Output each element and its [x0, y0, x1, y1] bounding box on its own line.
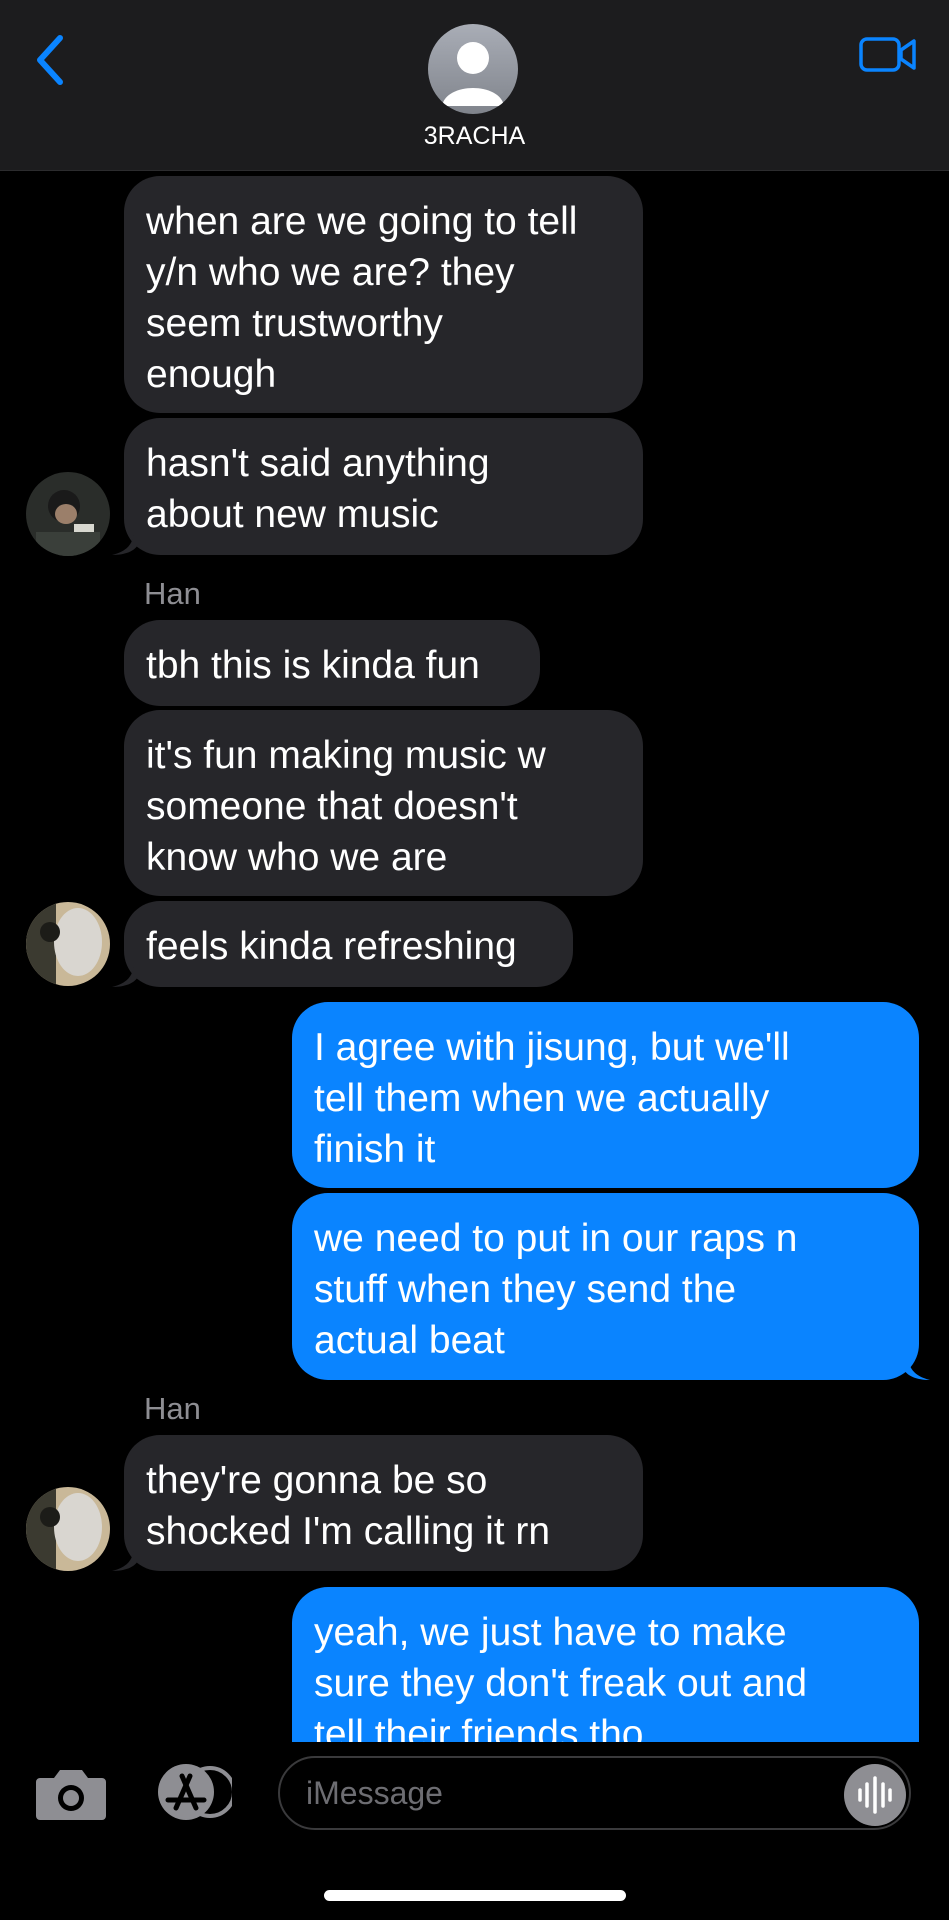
avatar-photo: [26, 1487, 110, 1571]
sender-avatar[interactable]: [26, 1487, 110, 1571]
chevron-left-icon[interactable]: [30, 30, 70, 90]
message-bubble-incoming[interactable]: tbh this is kinda fun: [124, 620, 540, 706]
message-bubble-incoming[interactable]: they're gonna be so shocked I'm calling …: [124, 1435, 643, 1571]
bubble-tail: [112, 529, 138, 555]
audio-waveform-icon: [858, 1776, 892, 1814]
bubble-tail: [112, 961, 138, 987]
sender-name: Han: [144, 576, 201, 611]
message-bubble-incoming[interactable]: it's fun making music w someone that doe…: [124, 710, 643, 896]
sender-avatar[interactable]: [26, 902, 110, 986]
message-input[interactable]: [278, 1756, 911, 1830]
group-avatar[interactable]: [428, 24, 518, 114]
message-bubble-incoming[interactable]: hasn't said anything about new music: [124, 418, 643, 555]
message-bubble-incoming[interactable]: feels kinda refreshing: [124, 901, 573, 987]
message-bubble-incoming[interactable]: when are we going to tell y/n who we are…: [124, 176, 643, 413]
conversation-header: 3RACHA: [0, 0, 949, 171]
sender-avatar[interactable]: [26, 472, 110, 556]
avatar-photo: [26, 472, 110, 556]
app-store-icon[interactable]: [150, 1762, 232, 1822]
conversation-title[interactable]: 3RACHA: [0, 122, 949, 151]
camera-icon[interactable]: [34, 1762, 108, 1822]
person-silhouette-icon: [442, 42, 504, 106]
audio-message-button[interactable]: [844, 1764, 906, 1826]
message-bubble-outgoing[interactable]: we need to put in our raps n stuff when …: [292, 1193, 919, 1380]
sender-name: Han: [144, 1391, 201, 1426]
avatar-photo: [26, 902, 110, 986]
bubble-tail: [112, 1545, 138, 1571]
bubble-tail: [904, 1354, 930, 1380]
message-bubble-outgoing[interactable]: I agree with jisung, but we'll tell them…: [292, 1002, 919, 1188]
video-camera-icon[interactable]: [858, 32, 918, 77]
home-indicator[interactable]: [324, 1890, 626, 1901]
